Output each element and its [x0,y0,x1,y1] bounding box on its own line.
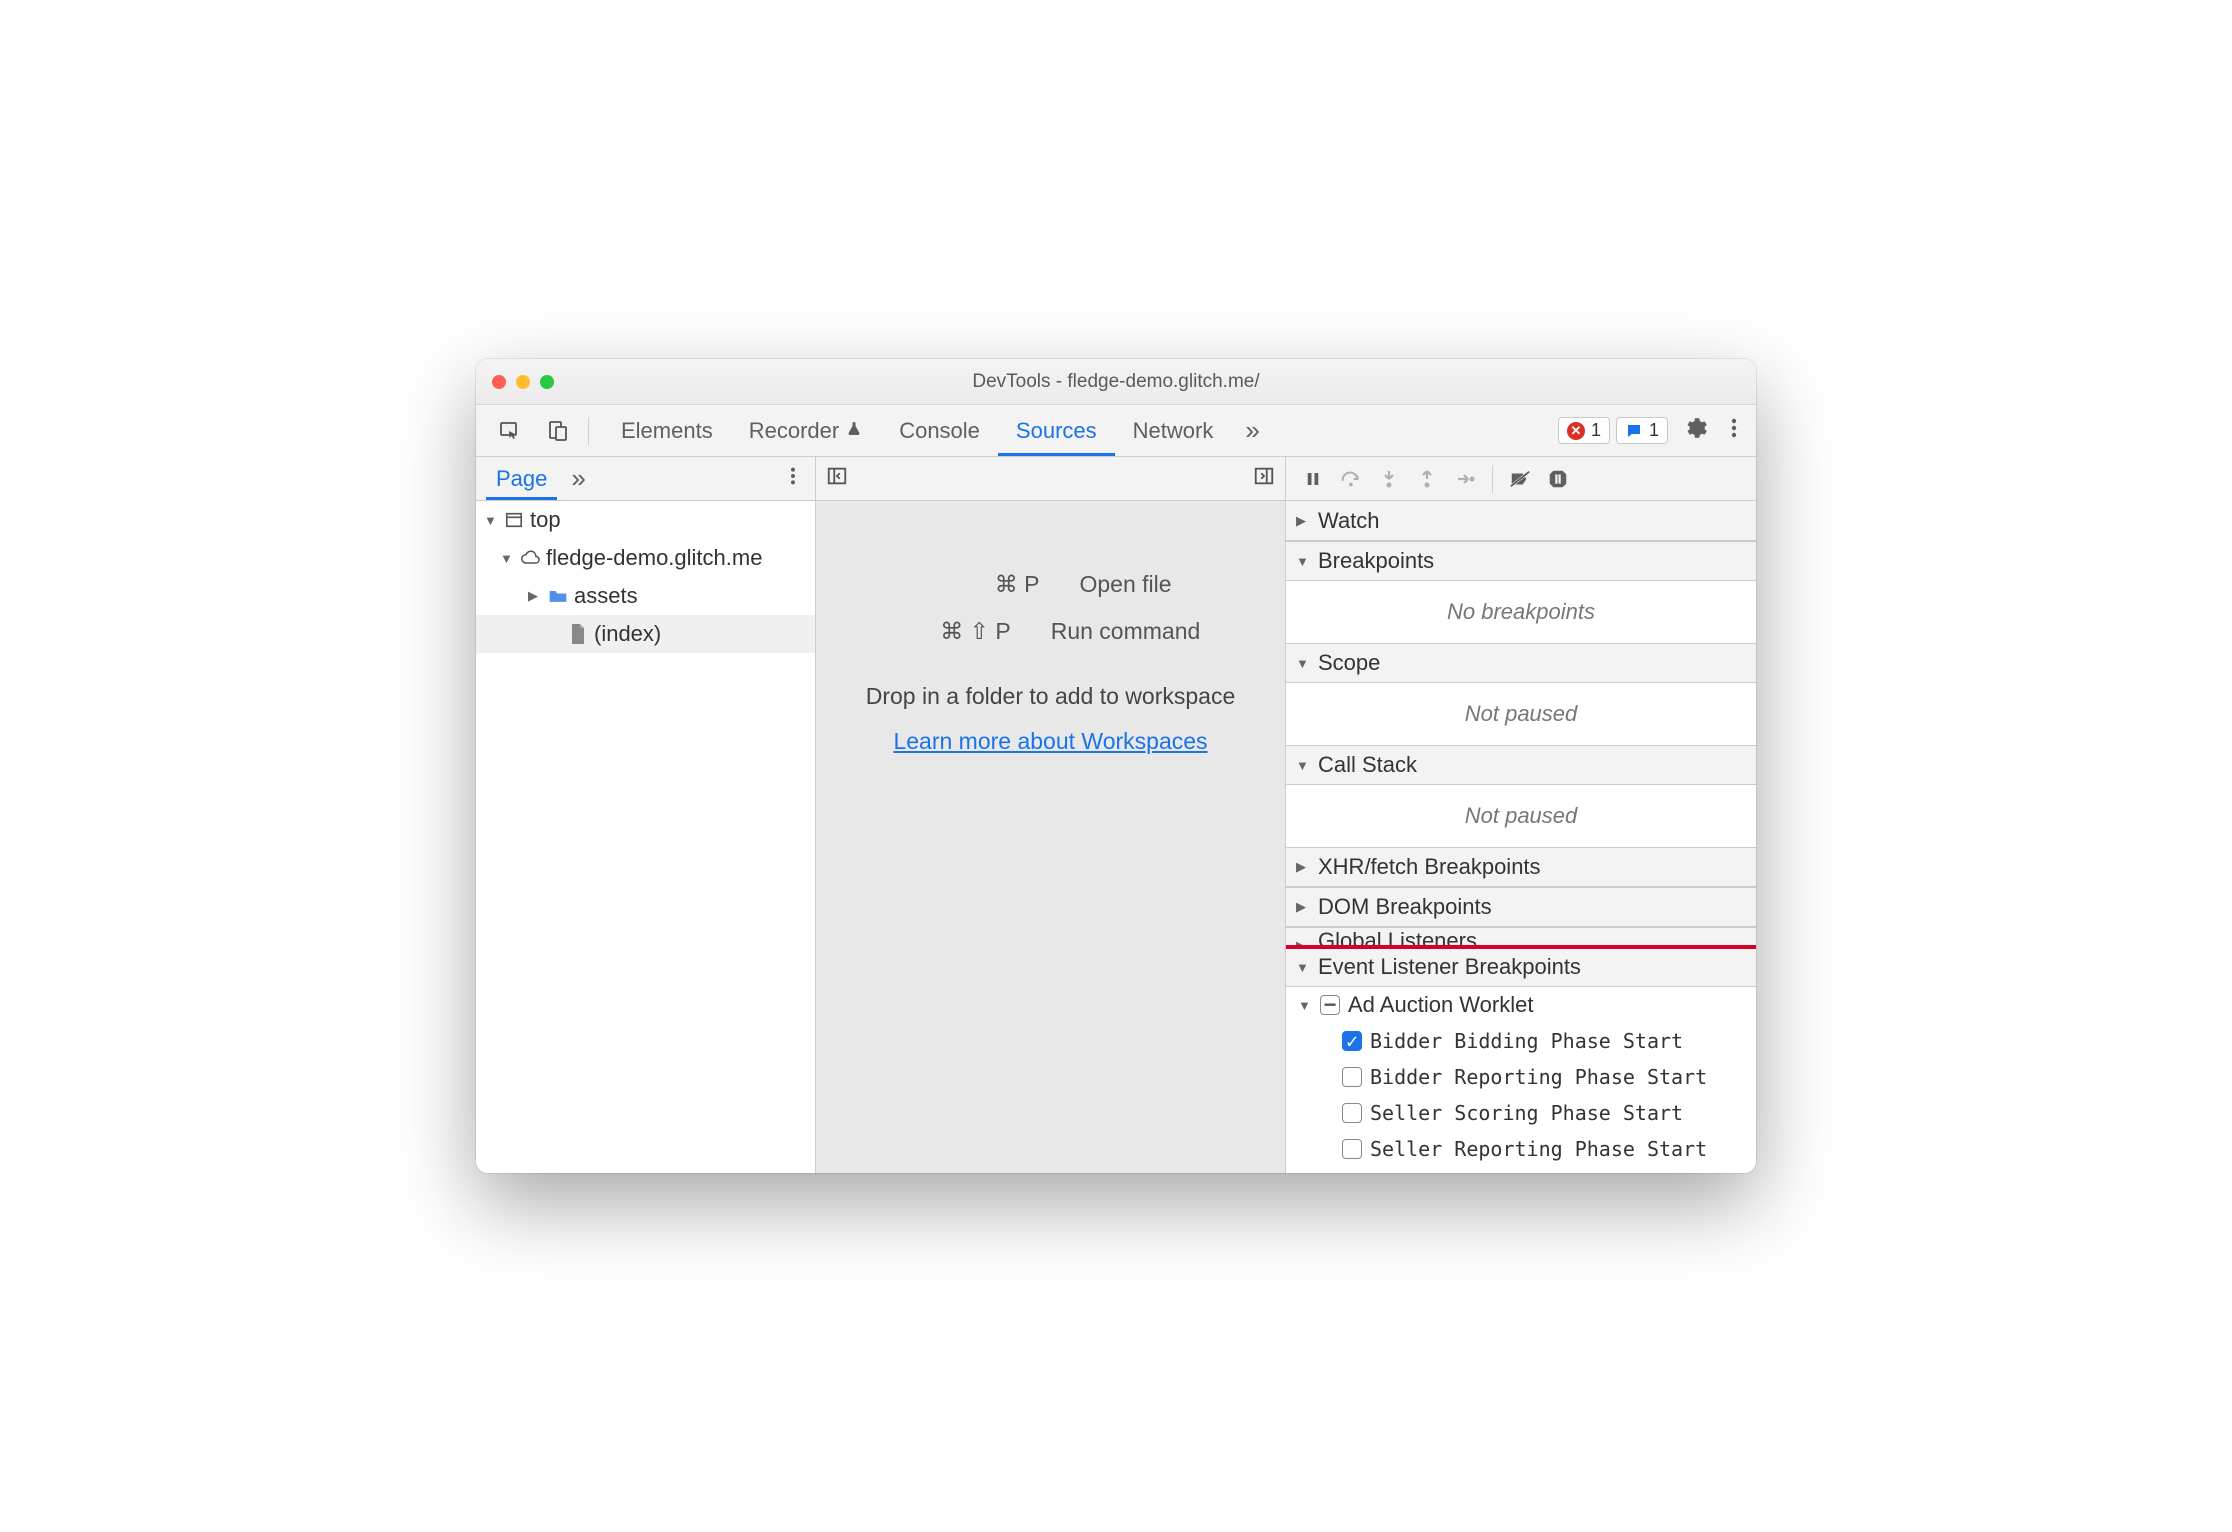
inspect-element-icon[interactable] [486,405,534,456]
settings-icon[interactable] [1674,415,1716,447]
event-bidder-bidding[interactable]: ✓ Bidder Bidding Phase Start [1286,1023,1756,1059]
event-seller-reporting[interactable]: Seller Reporting Phase Start [1286,1131,1756,1167]
step-out-icon[interactable] [1410,464,1444,494]
tab-network[interactable]: Network [1115,405,1232,456]
tree-file-index[interactable]: (index) [476,615,815,653]
error-count: 1 [1591,420,1601,441]
section-xhr[interactable]: XHR/fetch Breakpoints [1286,847,1756,887]
editor-pane: ⌘ P Open file ⌘ ⇧ P Run command Drop in … [816,501,1286,1173]
section-callstack[interactable]: Call Stack [1286,745,1756,785]
message-icon [1625,422,1643,440]
tree-folder-assets[interactable]: assets [476,577,815,615]
debugger-sidebar: Watch Breakpoints No breakpoints Scope N… [1286,501,1756,1173]
event-group-animation[interactable]: Animation [1286,1167,1756,1173]
event-item-label: Bidder Reporting Phase Start [1370,1065,1707,1089]
message-count: 1 [1649,420,1659,441]
hint-key-runcmd: ⌘ ⇧ P [901,618,1011,645]
hint-label-runcmd: Run command [1051,618,1201,645]
flask-icon [845,418,863,444]
tab-console[interactable]: Console [881,405,998,456]
frame-icon [504,510,524,530]
tree-origin[interactable]: fledge-demo.glitch.me [476,539,815,577]
event-bidder-reporting[interactable]: Bidder Reporting Phase Start [1286,1059,1756,1095]
deactivate-breakpoints-icon[interactable] [1503,464,1537,494]
event-group-ad-auction[interactable]: − Ad Auction Worklet [1286,987,1756,1023]
sources-subbar: Page » [476,457,1756,501]
hint-label-openfile: Open file [1079,571,1171,598]
step-over-icon[interactable] [1334,464,1368,494]
event-group-animation-label: Animation [1348,1173,1446,1174]
hint-key-openfile: ⌘ P [929,571,1039,598]
tab-elements[interactable]: Elements [603,405,731,456]
message-badge[interactable]: 1 [1616,417,1668,444]
section-watch[interactable]: Watch [1286,501,1756,541]
error-badge[interactable]: ✕ 1 [1558,417,1610,444]
workspaces-link[interactable]: Learn more about Workspaces [893,728,1207,755]
titlebar: DevTools - fledge-demo.glitch.me/ [476,359,1756,405]
step-icon[interactable] [1448,464,1482,494]
device-toolbar-icon[interactable] [534,405,582,456]
tree-file-label: (index) [594,621,661,647]
show-navigator-icon[interactable] [826,465,848,493]
event-seller-scoring[interactable]: Seller Scoring Phase Start [1286,1095,1756,1131]
more-options-icon[interactable] [1722,416,1746,446]
step-into-icon[interactable] [1372,464,1406,494]
checkbox-seller-scoring[interactable] [1342,1103,1362,1123]
navigator-tree: top fledge-demo.glitch.me assets (index) [476,501,816,1173]
section-dom[interactable]: DOM Breakpoints [1286,887,1756,927]
tree-top[interactable]: top [476,501,815,539]
pause-exceptions-icon[interactable] [1541,464,1575,494]
folder-icon [548,586,568,606]
checkbox-bidder-bidding[interactable]: ✓ [1342,1031,1362,1051]
tabs-overflow[interactable]: » [1231,405,1273,456]
section-scope[interactable]: Scope [1286,643,1756,683]
devtools-window: DevTools - fledge-demo.glitch.me/ Elemen… [476,359,1756,1173]
checkbox-ad-auction-group[interactable]: − [1320,995,1340,1015]
tree-origin-label: fledge-demo.glitch.me [546,545,762,571]
tab-sources[interactable]: Sources [998,405,1115,456]
tab-recorder[interactable]: Recorder [731,405,881,456]
tab-recorder-label: Recorder [749,418,839,444]
page-panel-more-icon[interactable] [781,465,805,493]
workspace-drop-hint: Drop in a folder to add to workspace [866,683,1235,710]
section-breakpoints[interactable]: Breakpoints [1286,541,1756,581]
window-title: DevTools - fledge-demo.glitch.me/ [476,371,1756,393]
page-tabs-overflow[interactable]: » [557,463,599,494]
event-item-label: Seller Reporting Phase Start [1370,1137,1707,1161]
event-item-label: Seller Scoring Phase Start [1370,1101,1683,1125]
tree-folder-label: assets [574,583,638,609]
show-debugger-icon[interactable] [1253,465,1275,493]
breakpoints-empty: No breakpoints [1286,589,1756,635]
panel-tabs: Elements Recorder Console Sources Networ… [603,405,1274,456]
cloud-icon [520,548,540,568]
main-toolbar: Elements Recorder Console Sources Networ… [476,405,1756,457]
event-group-label: Ad Auction Worklet [1348,992,1533,1018]
page-tab[interactable]: Page [486,457,557,500]
checkbox-seller-reporting[interactable] [1342,1139,1362,1159]
error-icon: ✕ [1567,422,1585,440]
callstack-empty: Not paused [1286,793,1756,839]
pause-icon[interactable] [1296,464,1330,494]
checkbox-bidder-reporting[interactable] [1342,1067,1362,1087]
file-icon [568,624,588,644]
section-event-listener-breakpoints[interactable]: Event Listener Breakpoints [1286,947,1756,987]
event-item-label: Bidder Bidding Phase Start [1370,1029,1683,1053]
scope-empty: Not paused [1286,691,1756,737]
tree-top-label: top [530,507,561,533]
section-global-listeners[interactable]: Global Listeners [1286,927,1756,947]
